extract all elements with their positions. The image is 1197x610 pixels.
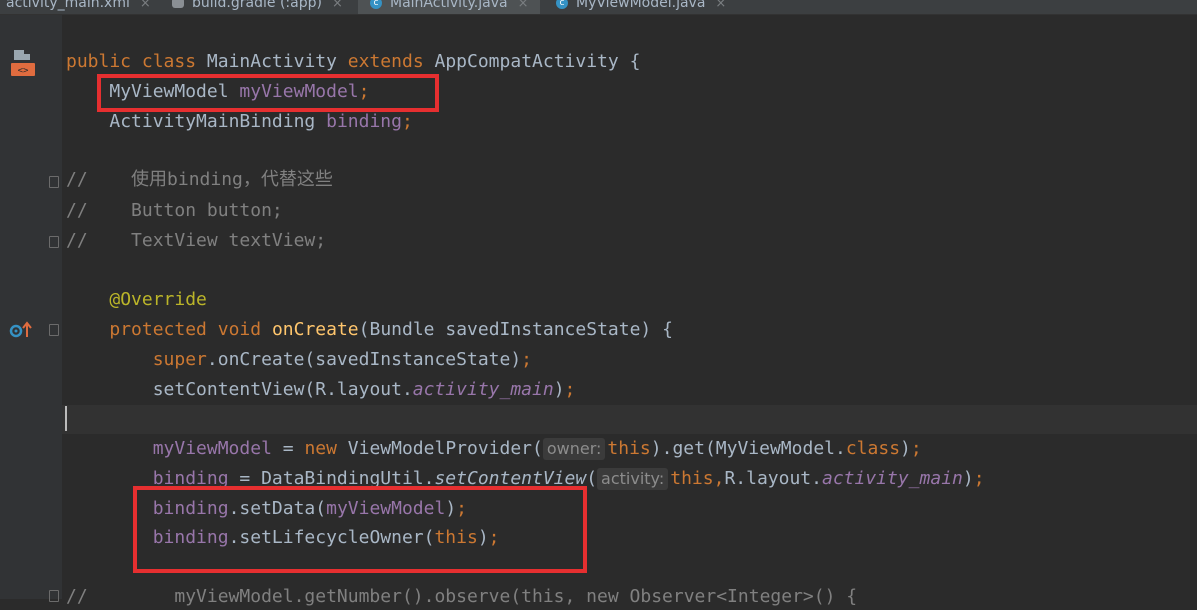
layout-file-icon[interactable]: <>: [10, 48, 36, 78]
gradle-icon: [172, 0, 184, 8]
close-icon[interactable]: ×: [332, 0, 343, 11]
code-line-3: ActivityMainBinding binding;: [109, 111, 413, 132]
tab-main-activity-java[interactable]: c MainActivity.java ×: [358, 0, 541, 14]
tab-label: MyViewModel.java: [576, 0, 706, 11]
text-caret: [65, 406, 67, 431]
code-line-comment-observe: // myViewModel.getNumber().observe(this,…: [66, 586, 858, 607]
code-line-setcontentview: setContentView(R.layout.activity_main);: [152, 379, 576, 400]
tab-activity-main-xml[interactable]: activity_main.xml ×: [6, 0, 151, 14]
parameter-hint: owner:: [542, 438, 606, 460]
override-method-icon[interactable]: [9, 320, 33, 340]
fold-marker-icon[interactable]: [49, 176, 59, 188]
class-icon: c: [370, 0, 382, 9]
tab-label: activity_main.xml: [6, 0, 130, 11]
fold-marker-icon[interactable]: [49, 590, 59, 602]
fold-marker-icon[interactable]: [49, 236, 59, 248]
editor-gutter: [0, 15, 62, 599]
highlight-box-binding: [133, 486, 587, 573]
tab-label: build.gradle (:app): [192, 0, 322, 11]
code-line-comment-2: // Button button;: [66, 200, 283, 221]
tab-my-view-model-java[interactable]: c MyViewModel.java ×: [556, 0, 726, 14]
code-line-viewmodelprovider: myViewModel = new ViewModelProvider(owne…: [152, 438, 922, 460]
parameter-hint: activity:: [597, 468, 669, 490]
code-line-super: super.onCreate(savedInstanceState);: [152, 349, 533, 370]
close-icon[interactable]: ×: [715, 0, 726, 11]
highlight-box-field: [97, 74, 439, 112]
code-line-annotation: @Override: [109, 289, 207, 310]
code-line-comment-1: // 使用binding，代替这些: [66, 169, 333, 190]
svg-text:<>: <>: [18, 66, 29, 76]
code-line-oncreate: protected void onCreate(Bundle savedInst…: [109, 319, 673, 340]
code-line-1: public class MainActivity extends AppCom…: [66, 51, 641, 72]
close-icon[interactable]: ×: [518, 0, 529, 11]
code-line-comment-3: // TextView textView;: [66, 230, 327, 251]
current-line-highlight: [62, 405, 1197, 434]
fold-marker-icon[interactable]: [49, 324, 59, 336]
close-icon[interactable]: ×: [140, 0, 151, 11]
tab-label: MainActivity.java: [390, 0, 508, 11]
tab-build-gradle[interactable]: build.gradle (:app) ×: [172, 0, 343, 14]
class-icon: c: [556, 0, 568, 9]
editor-tab-bar: activity_main.xml × build.gradle (:app) × …: [0, 0, 1197, 15]
